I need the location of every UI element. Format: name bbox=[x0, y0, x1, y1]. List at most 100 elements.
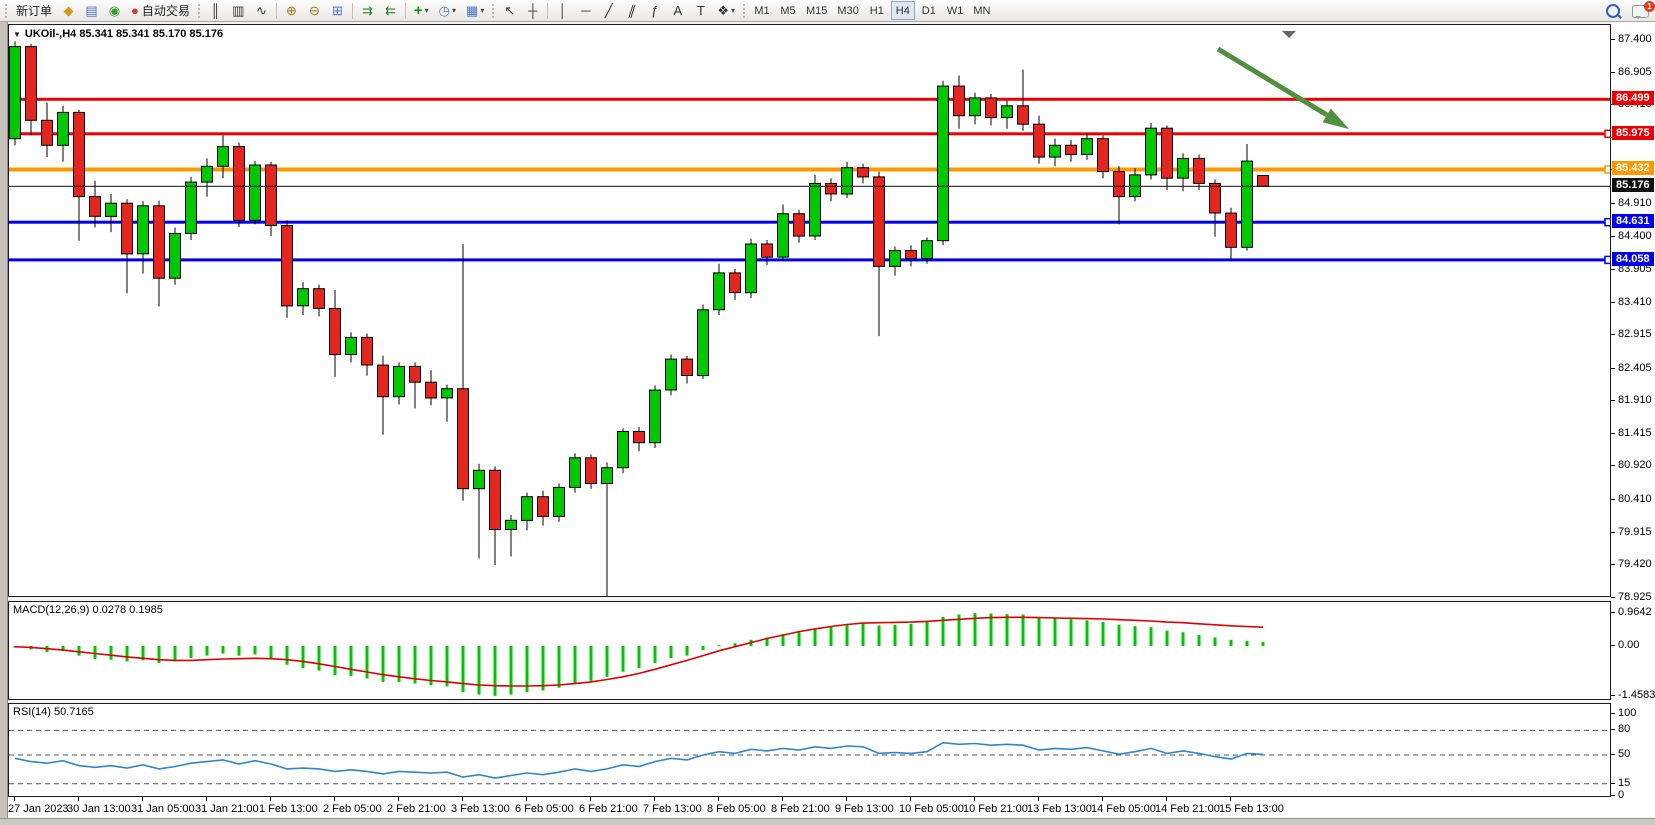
toolbar-grip[interactable] bbox=[742, 3, 747, 19]
candle-body bbox=[890, 251, 901, 267]
time-axis-label: 10 Feb 21:00 bbox=[963, 803, 1028, 815]
price-line-85.975[interactable] bbox=[9, 132, 1610, 135]
notification-badge: 1 bbox=[1644, 1, 1655, 12]
price-axis[interactable]: 87.40086.90586.41085.91585.42084.91084.4… bbox=[1611, 22, 1655, 817]
candle-body bbox=[1146, 128, 1157, 175]
trend-arrow-annotation[interactable] bbox=[1218, 49, 1349, 129]
zoom-in-button[interactable]: ⊕ bbox=[281, 1, 302, 20]
market-watch-button[interactable]: ▤ bbox=[81, 1, 102, 20]
line-chart-button[interactable]: ∿ bbox=[251, 1, 272, 20]
chart-menu-icon[interactable]: ▼ bbox=[13, 30, 21, 39]
trendline-button[interactable]: ╱ bbox=[598, 1, 619, 20]
line-handle[interactable] bbox=[1605, 219, 1610, 226]
candle-body bbox=[1210, 183, 1221, 213]
search-icon[interactable] bbox=[1606, 4, 1620, 18]
crosshair-button[interactable]: ┼ bbox=[522, 1, 543, 20]
notifications-icon[interactable]: 1 bbox=[1632, 5, 1649, 18]
macd-histogram-bar bbox=[1182, 632, 1185, 646]
horizontal-line-icon: ─ bbox=[581, 4, 590, 17]
macd-histogram-bar bbox=[686, 646, 689, 656]
label-button[interactable]: T bbox=[690, 1, 711, 20]
market-watch-icon: ▤ bbox=[85, 4, 97, 17]
auto-scroll-button[interactable]: ⇉ bbox=[357, 1, 378, 20]
time-tick bbox=[462, 797, 463, 801]
time-axis-label: 6 Feb 05:00 bbox=[515, 803, 574, 815]
macd-histogram-bar bbox=[862, 624, 865, 646]
signals-button[interactable]: ◉ bbox=[104, 1, 125, 20]
axis-tick bbox=[1611, 795, 1615, 796]
indicators-button[interactable]: +▾ bbox=[410, 1, 433, 20]
axis-tick bbox=[1611, 713, 1615, 714]
scroll-group: ⇉⇇ bbox=[356, 1, 402, 20]
vertical-line-button[interactable]: │ bbox=[552, 1, 573, 20]
new-chart-gold-button[interactable]: ◆ bbox=[58, 1, 79, 20]
toolbar-grip[interactable] bbox=[197, 3, 202, 19]
time-tick bbox=[1166, 797, 1167, 801]
channel-button[interactable]: ∥ bbox=[621, 1, 642, 20]
timeframe-mn[interactable]: MN bbox=[969, 1, 994, 20]
new-order-button[interactable]: 新订单 bbox=[12, 1, 56, 20]
rsi-chart[interactable] bbox=[9, 704, 1610, 796]
candle-body bbox=[314, 289, 325, 309]
arrows-button[interactable]: ❖▾ bbox=[713, 1, 739, 20]
chart-shift-button[interactable]: ⇇ bbox=[380, 1, 401, 20]
macd-histogram-bar bbox=[1038, 617, 1041, 646]
macd-pane[interactable]: MACD(12,26,9) 0.0278 0.1985 bbox=[8, 601, 1611, 700]
timeframe-m15[interactable]: M15 bbox=[802, 1, 831, 20]
rsi-tick-label: 100 bbox=[1618, 707, 1636, 719]
cursor-icon: ↖ bbox=[504, 4, 515, 17]
timeframe-m30[interactable]: M30 bbox=[833, 1, 862, 20]
dropdown-caret-icon[interactable]: ▾ bbox=[452, 6, 456, 15]
candle-body bbox=[874, 177, 885, 267]
macd-histogram-bar bbox=[462, 646, 465, 692]
axis-tick bbox=[1611, 269, 1615, 270]
templates-button[interactable]: ▦▾ bbox=[462, 1, 488, 20]
candlestick-chart-button[interactable]: ▥ bbox=[228, 1, 249, 20]
timeframe-m1[interactable]: M1 bbox=[750, 1, 774, 20]
timeframe-h4[interactable]: H4 bbox=[891, 1, 915, 20]
zoom-out-button[interactable]: ⊖ bbox=[304, 1, 325, 20]
toolbar-grip[interactable] bbox=[491, 3, 496, 19]
timeframe-m5[interactable]: M5 bbox=[776, 1, 800, 20]
candle-body bbox=[1098, 139, 1109, 172]
time-axis-label: 13 Feb 13:00 bbox=[1027, 803, 1092, 815]
toolbar-grip[interactable] bbox=[4, 3, 9, 19]
zoom-out-icon: ⊖ bbox=[309, 4, 320, 17]
price-tick-label: 86.905 bbox=[1618, 66, 1652, 78]
time-tick bbox=[1038, 797, 1039, 801]
candlestick-chart[interactable] bbox=[9, 25, 1610, 596]
line-handle[interactable] bbox=[1605, 166, 1610, 173]
cursor-button[interactable]: ↖ bbox=[499, 1, 520, 20]
candle-body bbox=[906, 251, 917, 259]
timeframe-w1[interactable]: W1 bbox=[943, 1, 968, 20]
price-tick-label: 83.410 bbox=[1618, 296, 1652, 308]
price-line-84.058[interactable] bbox=[9, 258, 1610, 261]
periods-button[interactable]: ◷▾ bbox=[435, 1, 460, 20]
text-button[interactable]: A bbox=[667, 1, 688, 20]
rsi-pane[interactable]: RSI(14) 50.7165 bbox=[8, 703, 1611, 797]
chart-header: ▼UKOil-,H4 85.341 85.341 85.170 85.176 bbox=[13, 28, 223, 40]
price-line-86.499[interactable] bbox=[9, 98, 1610, 101]
macd-histogram-bar bbox=[254, 646, 257, 655]
line-handle[interactable] bbox=[1605, 130, 1610, 137]
timeframe-d1[interactable]: D1 bbox=[917, 1, 941, 20]
macd-histogram-bar bbox=[222, 646, 225, 654]
candle-body bbox=[410, 366, 421, 382]
main-chart-pane[interactable]: ▼UKOil-,H4 85.341 85.341 85.170 85.176 bbox=[8, 24, 1611, 597]
time-axis-label: 31 Jan 05:00 bbox=[131, 803, 195, 815]
status-strip bbox=[0, 818, 1655, 825]
candle-body bbox=[602, 468, 613, 484]
fibonacci-button[interactable]: ƒ bbox=[644, 1, 665, 20]
time-axis[interactable]: 27 Jan 202330 Jan 13:0031 Jan 05:0031 Ja… bbox=[8, 797, 1611, 817]
autotrading-button[interactable]: ● 自动交易 bbox=[127, 1, 194, 20]
macd-chart[interactable] bbox=[9, 602, 1610, 699]
horizontal-line-button[interactable]: ─ bbox=[575, 1, 596, 20]
dropdown-caret-icon[interactable]: ▾ bbox=[425, 6, 429, 15]
dropdown-caret-icon[interactable]: ▾ bbox=[480, 6, 484, 15]
timeframe-h1[interactable]: H1 bbox=[865, 1, 889, 20]
bar-chart-button[interactable]: ║ bbox=[205, 1, 226, 20]
tile-windows-button[interactable]: ⊞ bbox=[327, 1, 348, 20]
dropdown-caret-icon[interactable]: ▾ bbox=[731, 6, 735, 15]
macd-histogram-bar bbox=[654, 646, 657, 663]
line-handle[interactable] bbox=[1605, 256, 1610, 263]
